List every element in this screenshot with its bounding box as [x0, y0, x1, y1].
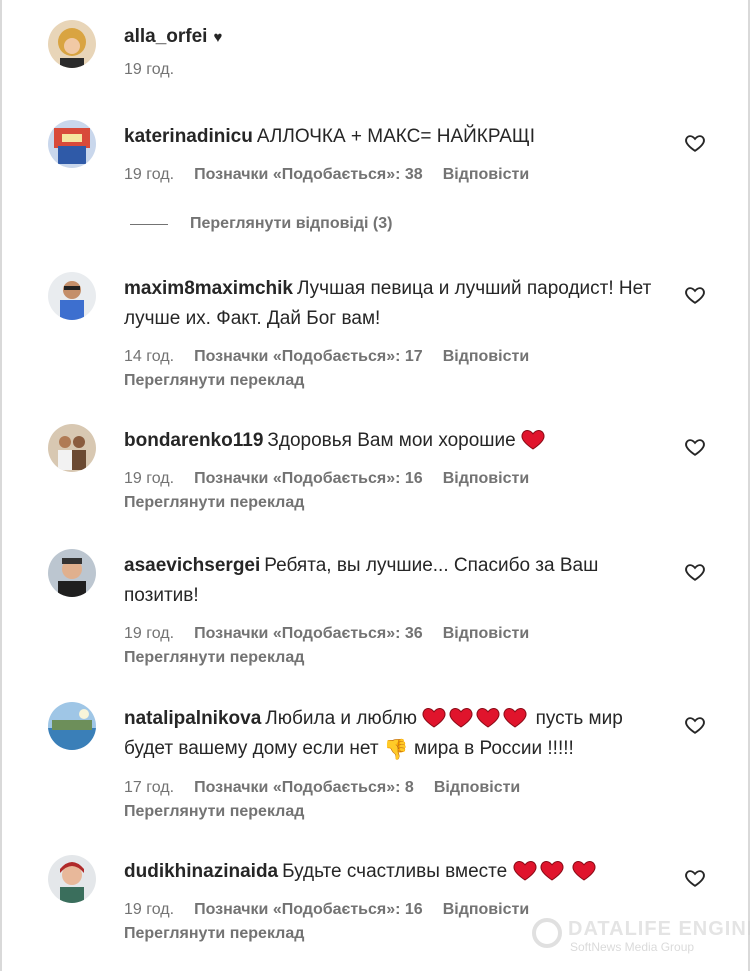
comment-time[interactable]: 19 год. [124, 625, 174, 643]
post-header: alla_orfei ♥ 19 год. [48, 20, 708, 90]
comment-time[interactable]: 19 год. [124, 901, 174, 919]
see-translation-button[interactable]: Переглянути переклад [124, 494, 654, 512]
comment-text: Здоровья Вам мои хорошие [267, 430, 516, 451]
reply-button[interactable]: Відповісти [434, 779, 520, 797]
comment-text-part-1: Любила и люблю [265, 708, 418, 729]
see-translation-button[interactable]: Переглянути переклад [124, 372, 654, 390]
view-replies-button[interactable]: Переглянути відповіді (3) [130, 215, 392, 233]
reply-button[interactable]: Відповісти [443, 166, 529, 184]
like-heart-icon[interactable] [684, 132, 706, 154]
likes-count[interactable]: Позначки «Подобається»: 16 [194, 470, 423, 488]
comment-username[interactable]: dudikhinazinaida [124, 861, 278, 882]
like-heart-icon[interactable] [684, 714, 706, 736]
watermark: DATALIFE ENGINE SoftNews Media Group [532, 918, 750, 958]
comment-time[interactable]: 17 год. [124, 779, 174, 797]
comment-username[interactable]: asaevichsergei [124, 555, 260, 576]
comment-username[interactable]: katerinadinicu [124, 126, 253, 147]
commenter-avatar[interactable] [48, 702, 96, 750]
comment-time[interactable]: 19 год. [124, 470, 174, 488]
commenter-avatar[interactable] [48, 855, 96, 903]
reply-button[interactable]: Відповісти [443, 625, 529, 643]
heart-mark-icon: ♥ [213, 29, 223, 46]
watermark-logo-icon [532, 918, 562, 948]
likes-count[interactable]: Позначки «Подобається»: 17 [194, 348, 423, 366]
red-heart-emoji-icon [540, 859, 564, 881]
comment-text: Будьте счастливы вместе [282, 861, 508, 882]
comment-text: АЛЛОЧКА + МАКС= НАЙКРАЩІ [256, 126, 536, 147]
post-author-username[interactable]: alla_orfei [124, 26, 207, 47]
red-heart-emoji-icon [521, 428, 545, 450]
likes-count[interactable]: Позначки «Подобається»: 16 [194, 901, 423, 919]
comment-text-part-3: мира в России !!!!! [414, 738, 574, 759]
watermark-title: DATALIFE ENGINE [568, 918, 750, 940]
view-replies-label: Переглянути відповіді (3) [190, 215, 393, 232]
comment-username[interactable]: natalipalnikova [124, 708, 261, 729]
red-heart-emoji-icon [476, 706, 500, 728]
like-heart-icon[interactable] [684, 561, 706, 583]
like-heart-icon[interactable] [684, 436, 706, 458]
comment-time[interactable]: 14 год. [124, 348, 174, 366]
commenter-avatar[interactable] [48, 549, 96, 597]
see-translation-button[interactable]: Переглянути переклад [124, 649, 654, 667]
reply-button[interactable]: Відповісти [443, 470, 529, 488]
frame-left-edge [0, 0, 2, 971]
commenter-avatar[interactable] [48, 120, 96, 168]
likes-count[interactable]: Позначки «Подобається»: 38 [194, 166, 423, 184]
like-heart-icon[interactable] [684, 284, 706, 306]
commenter-avatar[interactable] [48, 272, 96, 320]
commenter-avatar[interactable] [48, 424, 96, 472]
like-heart-icon[interactable] [684, 867, 706, 889]
red-heart-emoji-icon [572, 859, 596, 881]
red-heart-emoji-icon [513, 859, 537, 881]
comment-time[interactable]: 19 год. [124, 166, 174, 184]
thumbs-down-emoji-icon: 👎 [383, 739, 409, 761]
watermark-subtitle: SoftNews Media Group [570, 940, 695, 954]
likes-count[interactable]: Позначки «Подобається»: 8 [194, 779, 414, 797]
replies-divider [130, 223, 168, 225]
red-heart-emoji-icon [503, 706, 527, 728]
see-translation-button[interactable]: Переглянути переклад [124, 803, 654, 821]
reply-button[interactable]: Відповісти [443, 348, 529, 366]
comment-username[interactable]: maxim8maximchik [124, 278, 293, 299]
author-avatar[interactable] [48, 20, 96, 68]
red-heart-emoji-icon [422, 706, 446, 728]
red-heart-emoji-icon [449, 706, 473, 728]
post-time[interactable]: 19 год. [124, 61, 174, 79]
likes-count[interactable]: Позначки «Подобається»: 36 [194, 625, 423, 643]
reply-button[interactable]: Відповісти [443, 901, 529, 919]
comment-username[interactable]: bondarenko119 [124, 430, 263, 451]
